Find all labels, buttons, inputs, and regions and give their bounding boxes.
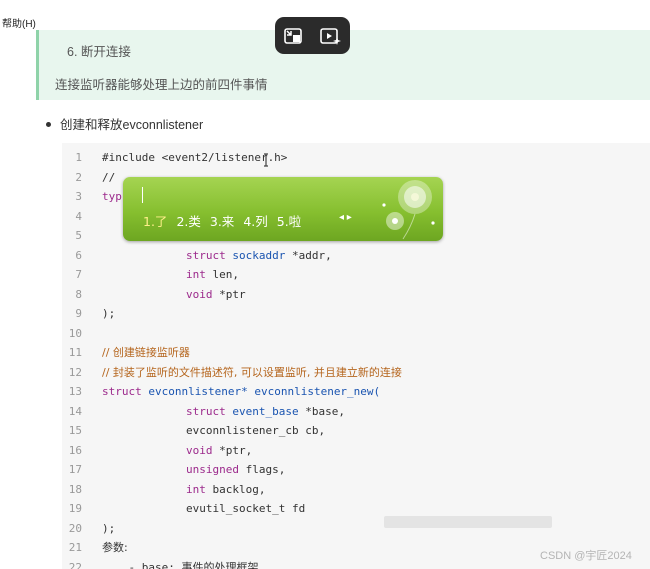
ime-candidate-popup[interactable]: 1.了 2.类 3.来 4.列 5.啦 ◂ ▸ <box>123 177 443 241</box>
dandelion-icon <box>382 180 435 240</box>
bullet-dot <box>46 122 51 128</box>
code-keyword: void <box>186 287 213 301</box>
line-number: 11 <box>68 346 82 359</box>
callout-title: 6. 断开连接 <box>67 45 131 59</box>
callout-description: 连接监听器能够处理上边的前四件事情 <box>55 78 268 92</box>
pip-exit-icon[interactable] <box>282 25 304 47</box>
code-text: - base: <box>102 560 182 569</box>
code-function: evconnlistener_new( <box>254 385 381 398</box>
code-line: struct sockaddr *addr, <box>102 246 332 266</box>
line-number: 16 <box>68 443 82 457</box>
code-text: *ptr <box>212 287 246 301</box>
ime-caret <box>142 187 143 203</box>
play-ai-icon[interactable] <box>319 25 341 47</box>
code-keyword: struct <box>102 385 142 398</box>
code-line: struct event_base *base, <box>102 402 345 422</box>
line-number: 10 <box>68 326 82 340</box>
bullet-text: 创建和释放evconnlistener <box>60 118 204 132</box>
csdn-watermark: CSDN @宇匠2024 <box>540 550 632 562</box>
code-type: sockaddr <box>225 248 292 262</box>
line-number: 22 <box>68 560 82 569</box>
ime-candidate[interactable]: 2.类 <box>176 214 200 229</box>
code-text: flags, <box>238 463 286 476</box>
code-line: int backlog, <box>102 480 265 500</box>
line-number: 20 <box>68 521 82 535</box>
code-line: // <box>102 170 116 184</box>
code-type: event_base <box>225 404 306 418</box>
pip-controls <box>275 17 350 54</box>
line-number: 6 <box>75 248 82 262</box>
ime-candidate[interactable]: 1.了 <box>143 214 167 229</box>
code-line: 参数: <box>102 541 128 554</box>
line-number: 1 <box>75 151 82 164</box>
ime-candidate-list: 1.了 2.类 3.来 4.列 5.啦 <box>143 211 310 230</box>
code-comment: // 创建链接监听器 <box>102 346 190 359</box>
line-number: 13 <box>68 385 82 398</box>
help-menu[interactable]: 帮助(H) <box>2 15 36 30</box>
code-keyword: void <box>186 443 213 457</box>
code-keyword: int <box>186 268 206 281</box>
text-cursor-icon <box>264 153 268 167</box>
code-line: struct evconnlistener* evconnlistener_ne… <box>102 382 380 402</box>
bullet-item: 创建和释放evconnlistener <box>46 114 203 133</box>
code-text: backlog, <box>205 482 266 496</box>
code-keyword: typ <box>102 190 122 203</box>
code-line: evconnlistener_cb cb, <box>186 424 326 437</box>
code-keyword: unsigned <box>186 463 239 476</box>
ime-page-arrows[interactable]: ◂ ▸ <box>339 212 352 223</box>
line-number: 4 <box>75 209 82 223</box>
code-comment: // 封装了监听的文件描述符, 可以设置监听, 并且建立新的连接 <box>102 365 402 379</box>
line-number: 7 <box>75 268 82 281</box>
code-text: *ptr, <box>212 443 253 457</box>
line-number: 2 <box>75 170 82 184</box>
code-text: *addr, <box>291 248 332 262</box>
code-text: len, <box>205 268 239 281</box>
line-number: 21 <box>68 541 82 554</box>
ime-candidate[interactable]: 4.列 <box>243 214 267 229</box>
code-line: unsigned flags, <box>102 460 285 480</box>
code-keyword: int <box>186 482 206 496</box>
code-keyword: struct <box>186 248 226 262</box>
blurred-overlay <box>384 516 552 528</box>
code-line: evutil_socket_t fd <box>186 502 306 515</box>
code-text: 事件的处理框架 <box>181 560 259 569</box>
line-number: 17 <box>68 463 82 476</box>
code-line: #include <event2/listener.h> <box>102 151 288 164</box>
code-line: ); <box>102 521 116 535</box>
line-number: 12 <box>68 365 82 379</box>
code-line: ); <box>102 307 116 320</box>
line-number: 14 <box>68 404 82 418</box>
code-line: int len, <box>102 265 239 285</box>
line-number: 19 <box>68 502 82 515</box>
line-number: 8 <box>75 287 82 301</box>
line-number: 3 <box>75 190 82 203</box>
code-line: void *ptr, <box>102 441 252 461</box>
code-line: - base: 事件的处理框架 <box>102 558 258 569</box>
ime-candidate[interactable]: 3.来 <box>210 214 234 229</box>
line-number: 15 <box>68 424 82 437</box>
ime-candidate[interactable]: 5.啦 <box>277 214 301 229</box>
line-number: 9 <box>75 307 82 320</box>
code-text: *base, <box>305 404 345 418</box>
code-line: typ <box>102 187 122 207</box>
line-number: 18 <box>68 482 82 496</box>
code-type: evconnlistener* <box>141 385 255 398</box>
code-keyword: struct <box>186 404 226 418</box>
code-line: void *ptr <box>102 285 246 305</box>
line-number: 5 <box>75 229 82 242</box>
